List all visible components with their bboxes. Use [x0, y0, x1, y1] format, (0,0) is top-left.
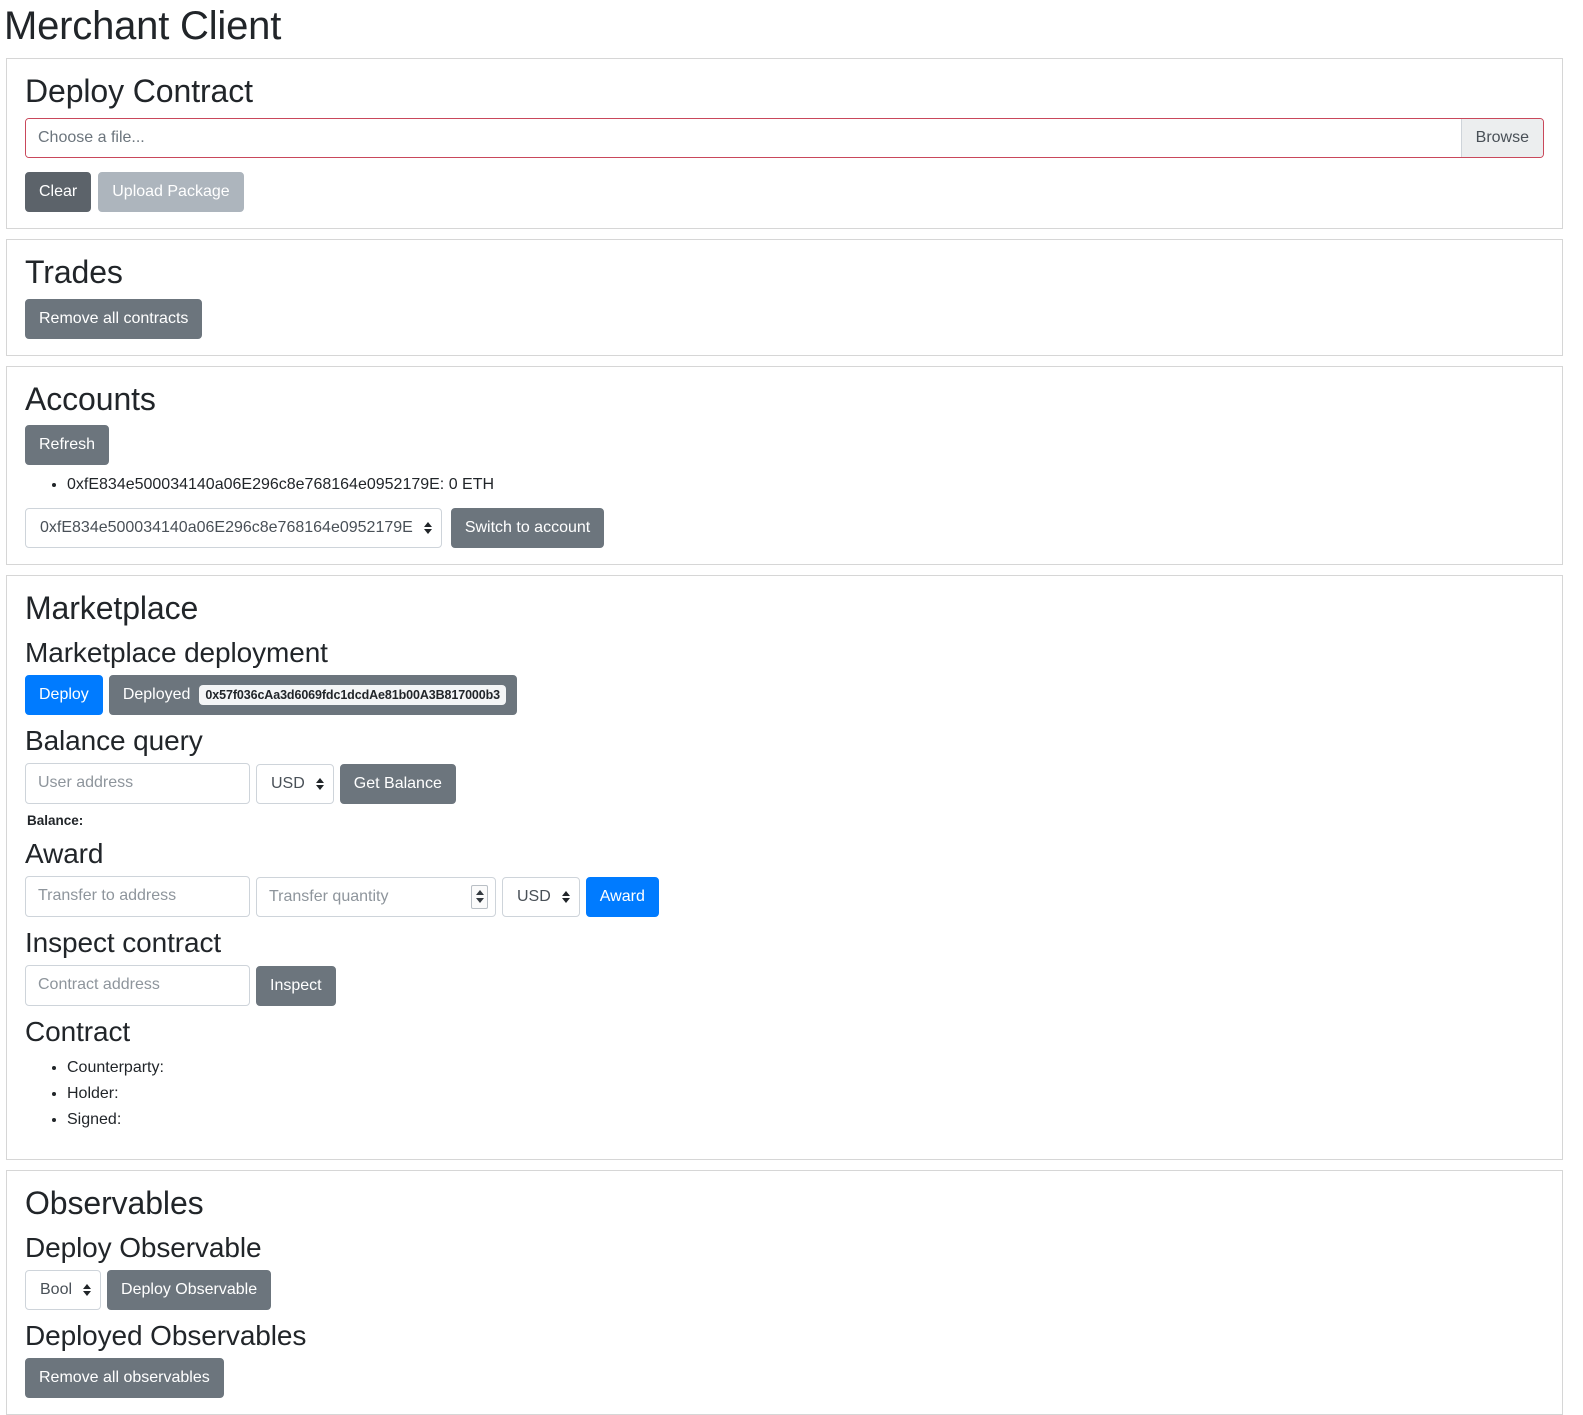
deployed-observables-heading: Deployed Observables	[25, 1319, 307, 1351]
page-root: Merchant Client Deploy Contract Choose a…	[0, 0, 1583, 1415]
contract-details-list: Counterparty: Holder: Signed:	[25, 1056, 1544, 1132]
marketplace-heading: Marketplace	[25, 590, 199, 627]
balance-currency-select[interactable]: USD	[256, 763, 334, 804]
list-item: Counterparty:	[67, 1056, 1544, 1081]
chevron-updown-icon	[561, 890, 570, 903]
deploy-observable-row: Bool Deploy Observable	[25, 1269, 1544, 1310]
observable-type-select[interactable]: Bool	[25, 1269, 102, 1310]
marketplace-panel: Marketplace Marketplace deployment Deplo…	[6, 575, 1563, 1160]
deploy-contract-heading: Deploy Contract	[25, 73, 253, 109]
trades-panel: Trades Remove all contracts	[6, 238, 1563, 356]
deploy-contract-panel: Deploy Contract Choose a file... Browse …	[6, 58, 1563, 229]
file-input-group[interactable]: Choose a file... Browse	[25, 117, 1544, 158]
balance-currency-value: USD	[271, 774, 305, 792]
award-heading: Award	[25, 838, 104, 870]
page-title: Merchant Client	[4, 4, 282, 48]
remove-all-contracts-button[interactable]: Remove all contracts	[25, 298, 203, 339]
contract-heading: Contract	[25, 1016, 131, 1048]
accounts-heading: Accounts	[25, 380, 156, 417]
marketplace-deployment-heading: Marketplace deployment	[25, 636, 328, 668]
inspect-contract-heading: Inspect contract	[25, 927, 222, 959]
award-row: Transfer quantity USD Award	[25, 876, 1544, 918]
deploy-marketplace-button[interactable]: Deploy	[25, 675, 103, 716]
observable-type-value: Bool	[40, 1280, 73, 1298]
balance-query-heading: Balance query	[25, 725, 203, 757]
award-currency-select[interactable]: USD	[502, 876, 580, 917]
balance-query-row: USD Get Balance	[25, 763, 1544, 805]
balance-result-label: Balance:	[27, 813, 84, 829]
chevron-updown-icon	[423, 522, 432, 535]
award-currency-value: USD	[517, 887, 551, 905]
observables-heading: Observables	[25, 1184, 204, 1221]
user-address-input[interactable]	[25, 763, 250, 805]
inspect-contract-row: Inspect	[25, 965, 1544, 1007]
award-button[interactable]: Award	[585, 876, 659, 917]
deploy-observable-heading: Deploy Observable	[25, 1231, 262, 1263]
get-balance-button[interactable]: Get Balance	[339, 763, 456, 804]
refresh-accounts-button[interactable]: Refresh	[25, 425, 110, 466]
account-select-value: 0xfE834e500034140a06E296c8e768164e095217…	[40, 519, 413, 537]
clear-button[interactable]: Clear	[25, 171, 92, 212]
deployed-label: Deployed	[122, 686, 191, 704]
switch-to-account-button[interactable]: Switch to account	[450, 508, 605, 549]
chevron-updown-icon	[83, 1283, 92, 1296]
trades-heading: Trades	[25, 253, 123, 290]
deploy-contract-actions: Clear Upload Package	[25, 171, 1544, 212]
list-item: Holder:	[67, 1082, 1544, 1107]
spinner-updown-icon[interactable]	[471, 884, 488, 909]
file-input-placeholder[interactable]: Choose a file...	[26, 118, 1461, 157]
remove-all-observables-button[interactable]: Remove all observables	[25, 1357, 224, 1398]
inspect-button[interactable]: Inspect	[256, 965, 336, 1006]
marketplace-deployment-row: Deploy Deployed 0x57f036cAa3d6069fdc1dcd…	[25, 675, 1544, 716]
deployed-marketplace-button[interactable]: Deployed 0x57f036cAa3d6069fdc1dcdAe81b00…	[108, 675, 518, 716]
transfer-quantity-placeholder: Transfer quantity	[269, 887, 389, 905]
list-item: 0xfE834e500034140a06E296c8e768164e095217…	[67, 473, 1544, 498]
browse-button[interactable]: Browse	[1460, 118, 1543, 157]
account-select[interactable]: 0xfE834e500034140a06E296c8e768164e095217…	[25, 508, 442, 549]
account-switch-row: 0xfE834e500034140a06E296c8e768164e095217…	[25, 508, 1544, 549]
transfer-to-address-input[interactable]	[25, 876, 250, 918]
upload-package-button[interactable]: Upload Package	[98, 171, 244, 212]
transfer-quantity-stepper[interactable]: Transfer quantity	[256, 876, 496, 917]
accounts-list: 0xfE834e500034140a06E296c8e768164e095217…	[25, 473, 1544, 498]
contract-address-input[interactable]	[25, 965, 250, 1007]
deployed-address-badge: 0x57f036cAa3d6069fdc1dcdAe81b00A3B817000…	[199, 685, 507, 706]
accounts-panel: Accounts Refresh 0xfE834e500034140a06E29…	[6, 365, 1563, 566]
chevron-updown-icon	[315, 777, 324, 790]
list-item: Signed:	[67, 1108, 1544, 1133]
observables-panel: Observables Deploy Observable Bool Deplo…	[6, 1169, 1563, 1415]
deploy-observable-button[interactable]: Deploy Observable	[107, 1269, 272, 1310]
